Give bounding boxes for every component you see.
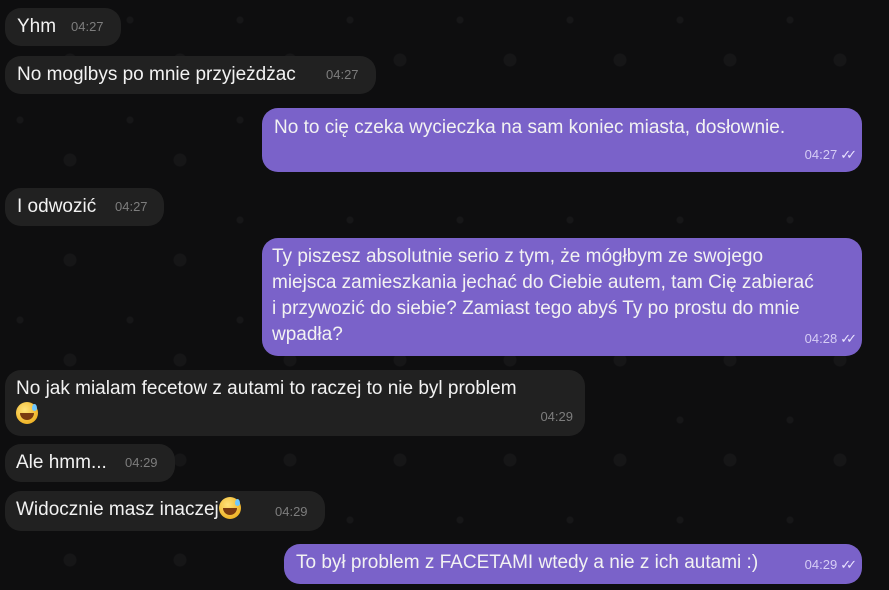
read-checkmarks-icon: ✓✓ bbox=[840, 331, 857, 346]
message-incoming[interactable]: I odwozić 04:27 bbox=[5, 188, 164, 226]
message-time: 04:28 bbox=[804, 331, 838, 346]
message-incoming[interactable]: No moglbys po mnie przyjeżdżac 04:27 bbox=[5, 56, 376, 94]
sweat-smile-emoji bbox=[218, 497, 241, 519]
message-incoming[interactable]: Yhm 04:27 bbox=[5, 8, 121, 46]
message-line: wpadła? bbox=[272, 324, 343, 345]
sweat-smile-emoji bbox=[16, 402, 38, 424]
message-text: No jak mialam fecetow z autami to raczej… bbox=[16, 378, 517, 399]
message-time: 04:29 bbox=[125, 455, 158, 470]
message-line: Ty piszesz absolutnie serio z tym, że mó… bbox=[272, 246, 764, 267]
message-text: Widocznie masz inaczej bbox=[16, 499, 219, 520]
message-incoming[interactable]: No jak mialam fecetow z autami to raczej… bbox=[5, 370, 585, 436]
message-time: 04:29 bbox=[275, 504, 308, 519]
message-text: Yhm bbox=[17, 16, 57, 37]
read-checkmarks-icon: ✓✓ bbox=[840, 557, 857, 572]
message-outgoing[interactable]: No to cię czeka wycieczka na sam koniec … bbox=[262, 108, 862, 172]
message-text: I odwozić bbox=[17, 196, 97, 217]
message-time: 04:29 bbox=[540, 409, 573, 424]
message-text: No to cię czeka wycieczka na sam koniec … bbox=[274, 117, 786, 138]
read-checkmarks-icon: ✓✓ bbox=[840, 147, 857, 162]
message-line: miejsca zamieszkania jechać do Ciebie au… bbox=[272, 272, 814, 293]
message-time: 04:27 bbox=[115, 199, 148, 214]
message-time: 04:27 bbox=[804, 147, 838, 162]
message-incoming[interactable]: Widocznie masz inaczej 04:29 bbox=[5, 491, 325, 531]
message-outgoing[interactable]: Ty piszesz absolutnie serio z tym, że mó… bbox=[262, 238, 862, 356]
message-text: No moglbys po mnie przyjeżdżac bbox=[17, 64, 296, 85]
message-text: Ale hmm... bbox=[16, 452, 107, 473]
message-line: i przywozić do siebie? Zamiast tego abyś… bbox=[272, 298, 800, 319]
message-text: To był problem z FACETAMI wtedy a nie z … bbox=[296, 552, 759, 573]
message-meta: 04:27 ✓✓ bbox=[804, 141, 857, 168]
message-meta: 04:29 ✓✓ bbox=[804, 551, 857, 578]
message-time: 04:27 bbox=[71, 19, 104, 34]
message-incoming[interactable]: Ale hmm... 04:29 bbox=[5, 444, 175, 482]
message-meta: 04:28 ✓✓ bbox=[804, 325, 857, 352]
message-outgoing[interactable]: To był problem z FACETAMI wtedy a nie z … bbox=[284, 544, 862, 584]
message-time: 04:29 bbox=[804, 557, 838, 572]
message-time: 04:27 bbox=[326, 67, 359, 82]
